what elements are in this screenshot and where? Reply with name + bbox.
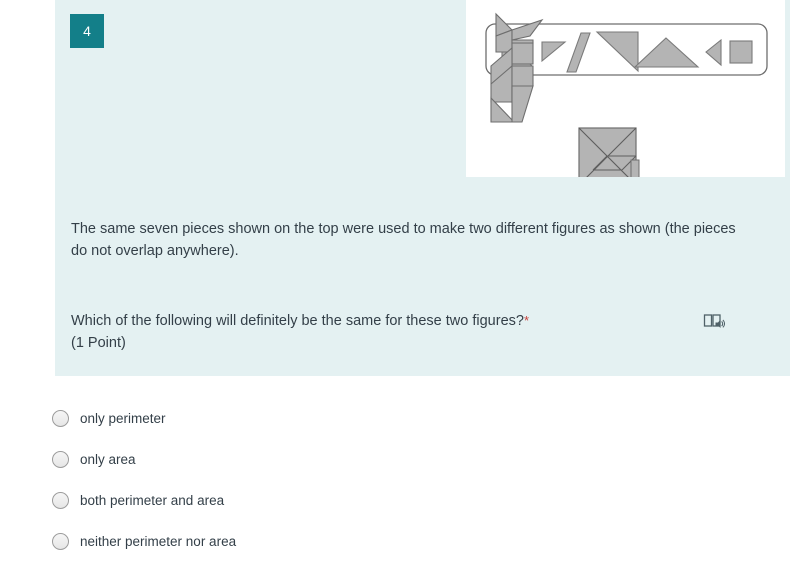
question-prompt-block: Which of the following will definitely b… <box>71 310 761 354</box>
option-row[interactable]: only area <box>52 439 472 480</box>
read-aloud-speaker-icon[interactable] <box>703 313 725 333</box>
assembled-figure-square <box>578 127 640 177</box>
piece-large-right-triangle-4 <box>595 31 639 73</box>
radio-button-icon[interactable] <box>52 410 69 427</box>
piece-small-left-triangle-6 <box>705 38 722 67</box>
assembled-figure-abstract <box>490 12 544 123</box>
piece-small-right-triangle-2 <box>541 41 567 63</box>
radio-button-icon[interactable] <box>52 451 69 468</box>
question-prompt-text: Which of the following will definitely b… <box>71 313 524 329</box>
radio-button-icon[interactable] <box>52 533 69 550</box>
question-figure-image <box>466 0 785 177</box>
radio-button-icon[interactable] <box>52 492 69 509</box>
option-row[interactable]: neither perimeter nor area <box>52 521 472 562</box>
piece-medium-triangle-5 <box>633 37 700 68</box>
question-number-badge: 4 <box>70 14 104 48</box>
question-card: 4 The same seven pieces shown on the top… <box>55 0 790 376</box>
piece-parallelogram-3 <box>566 32 591 73</box>
option-label: neither perimeter nor area <box>80 533 237 549</box>
option-label: only area <box>80 451 136 467</box>
option-row[interactable]: both perimeter and area <box>52 480 472 521</box>
read-aloud-icon-svg <box>703 314 725 328</box>
required-asterisk: * <box>523 313 530 328</box>
option-row[interactable]: only perimeter <box>52 398 472 439</box>
tangram-figure-svg <box>485 12 768 177</box>
question-description: The same seven pieces shown on the top w… <box>71 221 736 259</box>
tangram-piece-group <box>501 31 753 73</box>
question-points: (1 Point) <box>71 335 126 351</box>
piece-square-7 <box>729 40 753 64</box>
option-label: only perimeter <box>80 410 166 426</box>
option-label: both perimeter and area <box>80 492 225 508</box>
answer-options-list: only perimeter only area both perimeter … <box>52 398 472 562</box>
